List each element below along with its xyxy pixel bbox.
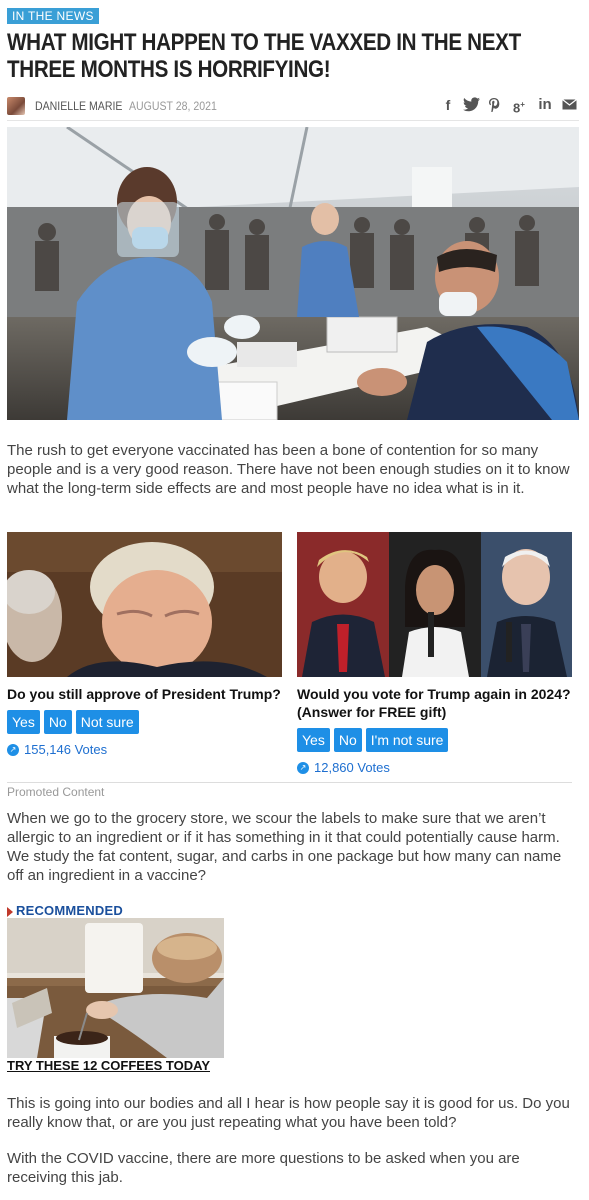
poll-no-button[interactable]: No: [43, 710, 72, 734]
promoted-content-label: Promoted Content: [7, 785, 105, 799]
author-name[interactable]: DANIELLE MARIE: [35, 99, 122, 113]
facebook-icon[interactable]: f: [440, 97, 456, 113]
pinterest-icon[interactable]: [486, 97, 502, 113]
google-plus-icon[interactable]: 8+: [509, 97, 529, 115]
poll-options: Yes No Not sure: [7, 710, 282, 734]
poll-image[interactable]: [7, 532, 282, 677]
recommended-image[interactable]: [7, 918, 224, 1058]
header-divider: [7, 120, 579, 121]
poll-no-button[interactable]: No: [333, 728, 362, 752]
poll-yes-button[interactable]: Yes: [7, 710, 40, 734]
article-paragraph: The rush to get everyone vaccinated has …: [7, 442, 570, 497]
vote-count: ↗ 12,860 Votes: [297, 760, 572, 775]
trending-icon: ↗: [7, 743, 19, 756]
page-title: WHAT MIGHT HAPPEN TO THE VAXXED IN THE N…: [7, 29, 521, 83]
poll-question: Would you vote for Trump again in 2024? …: [297, 686, 571, 720]
email-icon[interactable]: [561, 97, 577, 113]
poll-not-sure-button[interactable]: Not sure: [75, 710, 139, 734]
twitter-icon[interactable]: [463, 97, 480, 113]
linkedin-icon[interactable]: in: [536, 97, 554, 113]
poll-question: Do you still approve of President Trump?: [7, 686, 281, 702]
author-avatar: [7, 97, 25, 115]
promoted-divider: [7, 782, 572, 783]
recommended-link[interactable]: TRY THESE 12 COFFEES TODAY: [7, 1058, 210, 1073]
hero-image: [7, 127, 579, 420]
article-paragraph: With the COVID vaccine, there are more q…: [7, 1150, 520, 1186]
vote-count-text: 155,146 Votes: [24, 742, 108, 757]
poll-card: Would you vote for Trump again in 2024? …: [297, 532, 572, 775]
poll-not-sure-button[interactable]: I'm not sure: [365, 728, 449, 752]
vote-count-text: 12,860 Votes: [314, 760, 390, 775]
poll-yes-button[interactable]: Yes: [297, 728, 330, 752]
share-bar: f 8+ in: [440, 97, 577, 115]
publish-date: AUGUST 28, 2021: [129, 99, 217, 113]
article-paragraph: This is going into our bodies and all I …: [7, 1095, 570, 1131]
recommended-label: RECOMMENDED: [7, 903, 123, 918]
poll-card: Do you still approve of President Trump?…: [7, 532, 282, 757]
trending-icon: ↗: [297, 761, 309, 774]
poll-image[interactable]: [297, 532, 572, 677]
category-tag[interactable]: IN THE NEWS: [7, 8, 99, 24]
article-paragraph: When we go to the grocery store, we scou…: [7, 810, 562, 884]
byline: DANIELLE MARIE AUGUST 28, 2021 f 8+ in: [7, 95, 579, 117]
poll-options: Yes No I'm not sure: [297, 728, 572, 752]
vote-count: ↗ 155,146 Votes: [7, 742, 282, 757]
